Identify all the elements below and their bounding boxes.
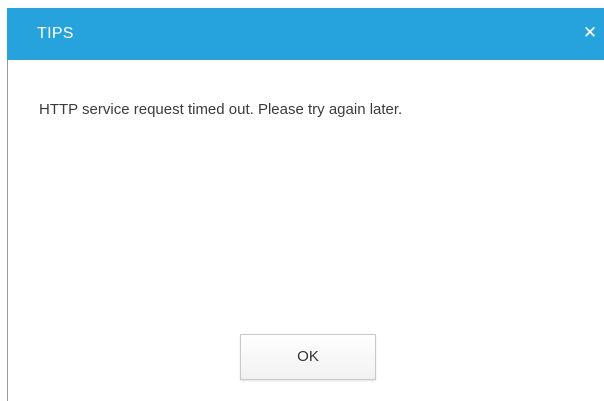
ok-button[interactable]: OK: [240, 334, 376, 380]
dialog-titlebar: TIPS ✕: [7, 8, 604, 60]
dialog-message: HTTP service request timed out. Please t…: [39, 101, 403, 118]
dialog-title: TIPS: [37, 25, 74, 42]
tips-dialog: TIPS ✕ HTTP service request timed out. P…: [7, 8, 604, 401]
close-icon[interactable]: ✕: [580, 22, 600, 44]
